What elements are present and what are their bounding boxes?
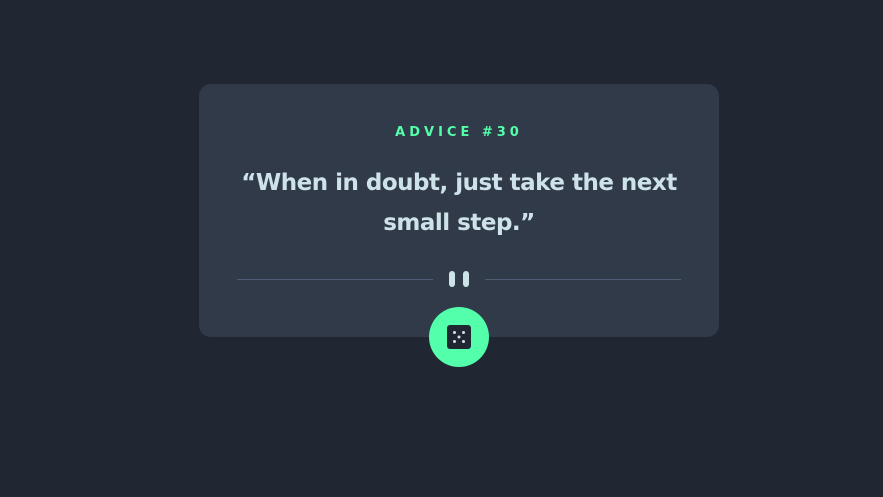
divider-line-left [237,279,433,280]
advice-id: ADVICE #30 [395,125,523,140]
advice-card: ADVICE #30 “When in doubt, just take the… [199,84,719,337]
divider [237,269,681,289]
pause-bar-left [449,271,455,287]
advice-quote: “When in doubt, just take the next small… [241,170,677,236]
dice-icon [447,325,471,349]
pause-bar-right [463,271,469,287]
divider-line-right [485,279,681,280]
dice-button[interactable] [429,307,489,367]
pause-icon [449,271,469,287]
